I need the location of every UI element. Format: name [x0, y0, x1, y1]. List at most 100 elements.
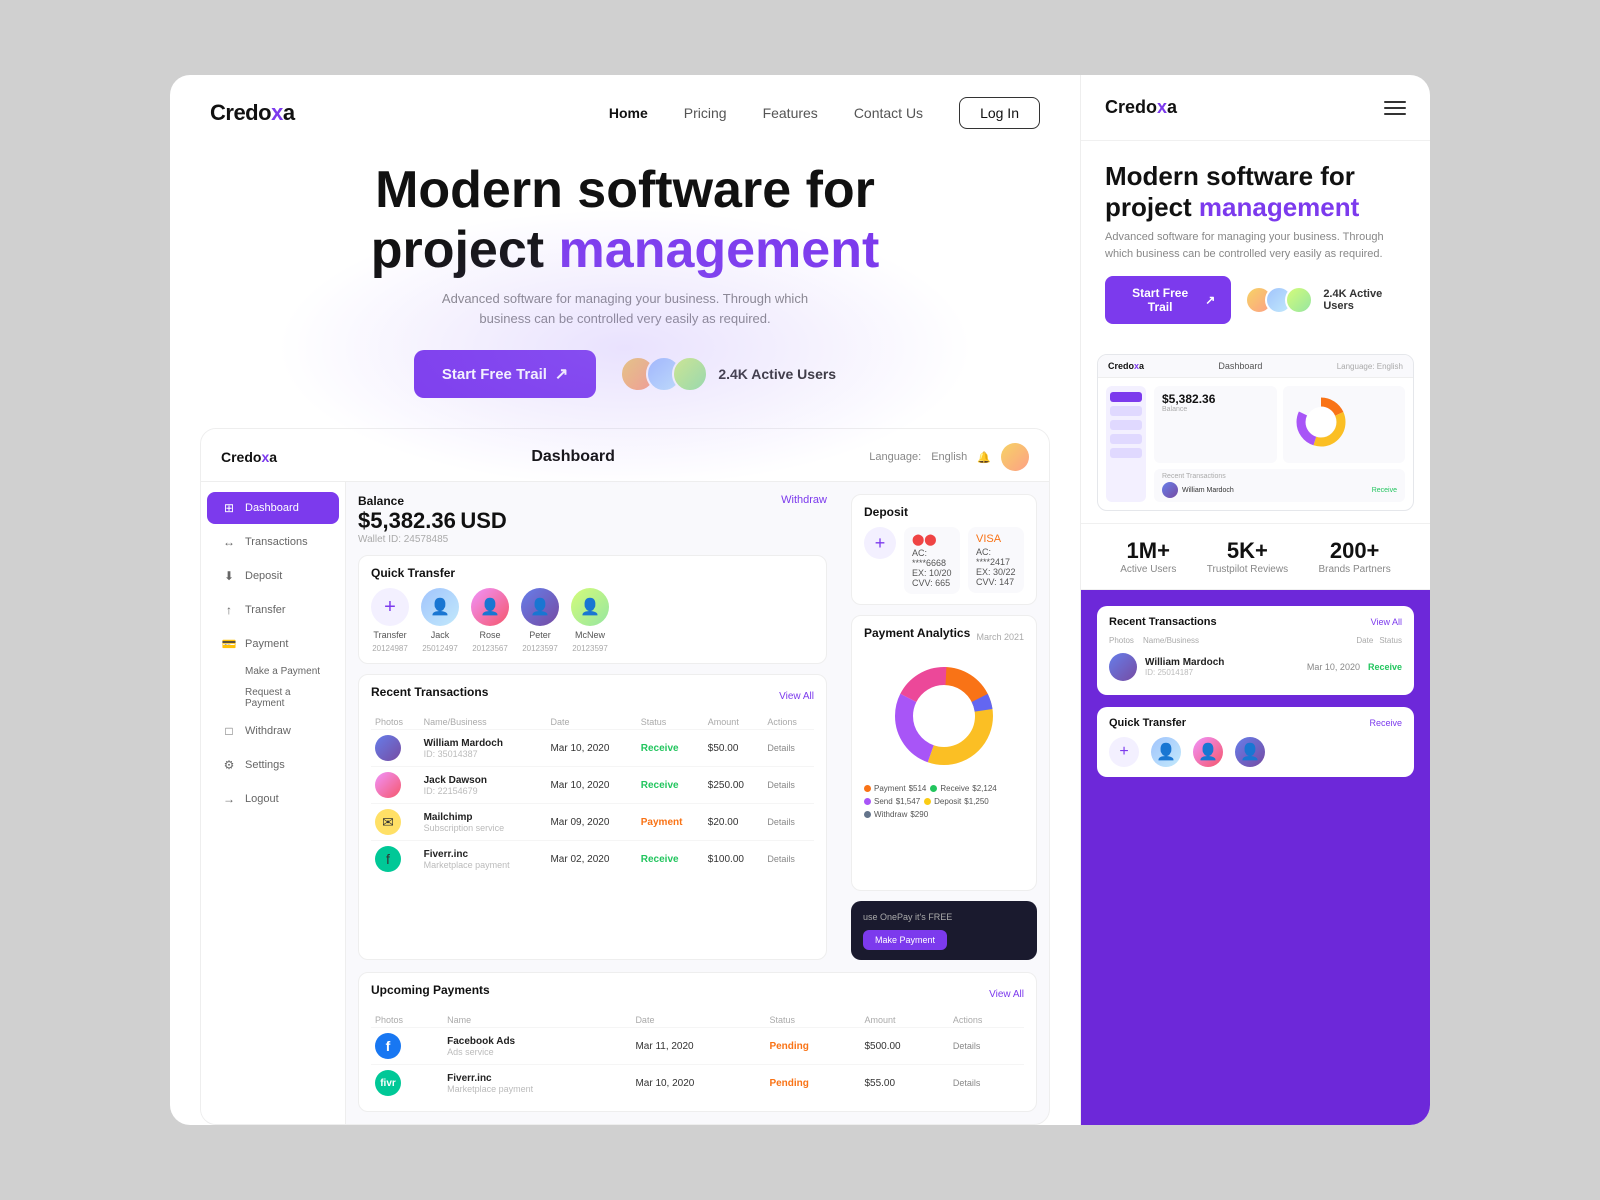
balance-info: Balance $5,382.36 USD Wallet ID: 2457848…: [358, 494, 507, 545]
tx-amount-1: $50.00: [704, 730, 764, 767]
upcoming-header: Upcoming Payments View All: [371, 983, 1024, 1005]
card-ex-1: EX: 10/20: [912, 568, 952, 578]
nav-home[interactable]: Home: [609, 105, 648, 121]
sidebar-label-dashboard: Dashboard: [245, 502, 299, 514]
sidebar-item-make-payment[interactable]: Make a Payment: [237, 662, 339, 681]
up-date-2: Mar 10, 2020: [631, 1065, 765, 1102]
mini-qt-avatar-1: 👤: [1151, 737, 1181, 767]
mini-tx-info-1: William Mardoch ID: 25014187: [1145, 657, 1299, 677]
legend-dot-receive: [930, 785, 937, 792]
tx-action-2[interactable]: Details: [767, 780, 795, 790]
mini-qt-contact-2[interactable]: 👤: [1193, 737, 1223, 767]
sidebar-item-transfer[interactable]: ↑ Transfer: [207, 594, 339, 626]
upcoming-view-all[interactable]: View All: [989, 989, 1024, 1000]
language-value: English: [931, 451, 967, 463]
tx-id-2: ID: 22154679: [424, 786, 543, 796]
dashboard-right-column: Deposit + ⬤⬤ AC: ****6668 EX: 10/20 CVV:…: [839, 482, 1049, 972]
transfer-contact-1[interactable]: 👤 Jack 25012497: [421, 588, 459, 653]
recent-tx-view-all[interactable]: View All: [779, 691, 814, 702]
sidebar-item-withdraw[interactable]: □ Withdraw: [207, 715, 339, 747]
make-payment-button[interactable]: Make Payment: [863, 930, 947, 950]
tx-photo-1: [375, 735, 401, 761]
sidebar-label-transfer: Transfer: [245, 604, 286, 616]
mini-recent-tx-view-all[interactable]: View All: [1371, 617, 1402, 627]
legend-label-send: Send: [874, 797, 893, 806]
hero-section: Modern software forproject management Ad…: [170, 151, 1080, 428]
up-photo-2: fivr: [375, 1070, 401, 1096]
transfer-add-btn[interactable]: + Transfer 20124987: [371, 588, 409, 653]
nav-pricing[interactable]: Pricing: [684, 105, 727, 121]
sidebar-item-transactions[interactable]: ↔ Transactions: [207, 526, 339, 558]
rp-logo: Credoxa: [1105, 97, 1177, 118]
upcoming-thead: Photos Name Date Status Amount Actions: [371, 1013, 1024, 1028]
transfer-id-0: 20124987: [372, 644, 408, 653]
rp-title-accent: management: [1199, 192, 1359, 222]
up-action-2[interactable]: Details: [953, 1078, 981, 1088]
nav-contact[interactable]: Contact Us: [854, 105, 923, 121]
quick-transfer-section: Quick Transfer + Transfer 20124987 👤: [358, 555, 827, 664]
login-button[interactable]: Log In: [959, 97, 1040, 129]
rp-ps-deposit: [1110, 420, 1142, 430]
payment-icon: 💳: [221, 636, 237, 652]
transfer-name-2: Rose: [479, 630, 500, 640]
mini-col-photos: Photos: [1109, 636, 1137, 645]
tx-amount-4: $100.00: [704, 841, 764, 878]
mini-qt-contact-1[interactable]: 👤: [1151, 737, 1181, 767]
tx-sub-4: Marketplace payment: [424, 860, 543, 870]
nav-features[interactable]: Features: [763, 105, 818, 121]
transfer-avatars: + Transfer 20124987 👤 Jack 25012497: [371, 588, 814, 653]
mini-qt-contact-3[interactable]: 👤: [1235, 737, 1265, 767]
hamburger-menu[interactable]: [1384, 101, 1406, 115]
sidebar-item-deposit[interactable]: ⬇ Deposit: [207, 560, 339, 592]
sidebar-item-settings[interactable]: ⚙ Settings: [207, 749, 339, 781]
stat-brands-number: 200+: [1319, 538, 1391, 564]
notifications-icon[interactable]: 🔔: [977, 451, 991, 464]
tx-action-3[interactable]: Details: [767, 817, 795, 827]
mini-qt-add[interactable]: +: [1109, 737, 1139, 767]
legend-value-deposit: $1,250: [964, 797, 988, 806]
payment-analytics-section: Payment Analytics March 2021: [851, 615, 1037, 891]
tx-name-1: William Mardoch: [424, 738, 543, 749]
rp-pc-top-row: $5,382.36 Balance: [1154, 386, 1405, 463]
start-free-trial-button[interactable]: Start Free Trail ↗: [414, 350, 596, 398]
transfer-id-3: 20123597: [522, 644, 558, 653]
logout-icon: →: [221, 791, 237, 807]
transfer-contact-4[interactable]: 👤 McNew 20123597: [571, 588, 609, 653]
upcoming-tbody: f Facebook AdsAds service Mar 11, 2020 P…: [371, 1028, 1024, 1102]
rp-purple-section: Recent Transactions View All Photos Name…: [1081, 590, 1430, 1125]
cta-arrow-icon: ↗: [555, 364, 568, 384]
transfer-contact-3[interactable]: 👤 Peter 20123597: [521, 588, 559, 653]
hamburger-line-3: [1384, 113, 1406, 115]
col-status: Status: [637, 715, 704, 730]
transfer-contact-2[interactable]: 👤 Rose 20123567: [471, 588, 509, 653]
rp-ps-payment: [1110, 448, 1142, 458]
rp-preview-body: $5,382.36 Balance: [1098, 378, 1413, 510]
tx-date-3: Mar 09, 2020: [546, 804, 636, 841]
sidebar-item-request-payment[interactable]: Request a Payment: [237, 683, 339, 713]
tx-action-1[interactable]: Details: [767, 743, 795, 753]
add-card-button[interactable]: +: [864, 527, 896, 559]
up-action-1[interactable]: Details: [953, 1041, 981, 1051]
tx-action-4[interactable]: Details: [767, 854, 795, 864]
col-date: Date: [546, 715, 636, 730]
sidebar-item-logout[interactable]: → Logout: [207, 783, 339, 815]
sidebar-item-dashboard[interactable]: ⊞ Dashboard: [207, 492, 339, 524]
withdraw-link[interactable]: Withdraw: [781, 494, 827, 506]
mini-tx-row-1: William Mardoch ID: 25014187 Mar 10, 202…: [1109, 649, 1402, 685]
left-panel: Credoxa Home Pricing Features Contact Us…: [170, 75, 1080, 1125]
rp-pc-analytics-mini: [1283, 386, 1406, 463]
mini-col-date: Date: [1356, 636, 1373, 645]
sidebar-item-payment[interactable]: 💳 Payment: [207, 628, 339, 660]
deposit-card-2[interactable]: VISA AC: ****2417 EX: 30/22 CVV: 147: [968, 527, 1024, 593]
rp-pc-tx-list: Recent Transactions William Mardoch Rece…: [1154, 469, 1405, 502]
cta-label: Start Free Trail: [442, 366, 547, 383]
legend-item-receive: Receive $2,124: [930, 784, 996, 793]
stat-active-users-label: Active Users: [1120, 564, 1176, 575]
tx-name-3: Mailchimp: [424, 812, 543, 823]
tx-name-4: Fiverr.inc: [424, 849, 543, 860]
rp-start-free-trial-button[interactable]: Start Free Trail ↗: [1105, 276, 1231, 324]
sidebar-label-make-payment: Make a Payment: [245, 666, 320, 677]
deposit-card-1[interactable]: ⬤⬤ AC: ****6668 EX: 10/20 CVV: 665: [904, 527, 960, 594]
payment-submenu: Make a Payment Request a Payment: [201, 662, 345, 713]
tx-amount-2: $250.00: [704, 767, 764, 804]
